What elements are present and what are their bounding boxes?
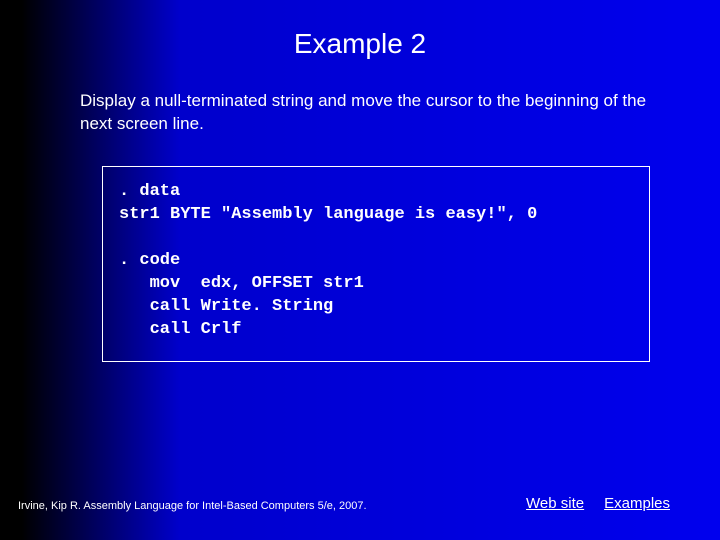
slide-title: Example 2 — [0, 0, 720, 80]
slide-footer: Irvine, Kip R. Assembly Language for Int… — [18, 495, 700, 512]
examples-link[interactable]: Examples — [604, 495, 670, 512]
footer-citation: Irvine, Kip R. Assembly Language for Int… — [18, 500, 526, 512]
website-link[interactable]: Web site — [526, 495, 584, 512]
footer-links: Web site Examples — [526, 495, 700, 512]
slide-description: Display a null-terminated string and mov… — [0, 80, 720, 156]
code-example: . data str1 BYTE "Assembly language is e… — [102, 166, 650, 363]
